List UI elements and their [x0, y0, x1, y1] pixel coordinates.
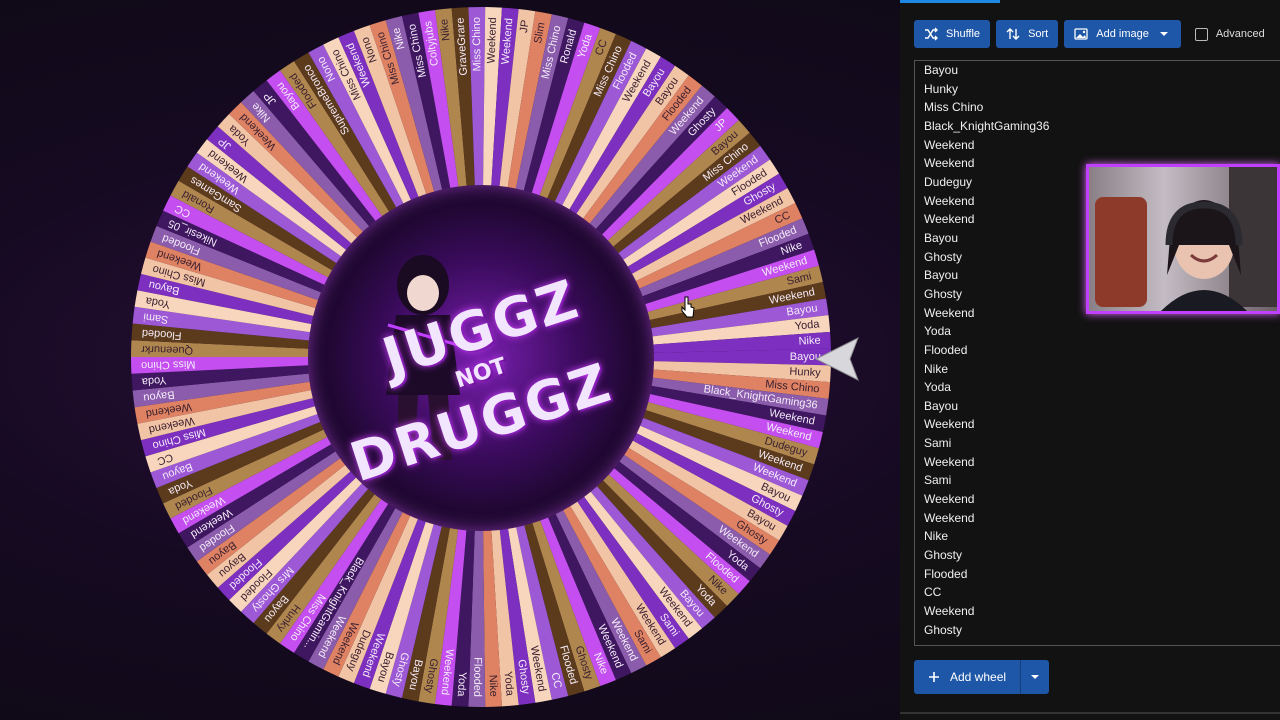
- add-wheel-button[interactable]: Add wheel: [914, 660, 1021, 694]
- panel-divider: [900, 712, 1280, 714]
- webcam-chair: [1095, 197, 1147, 307]
- wheel-area: Bayou Hunky Miss Chino Black_KnightGaming36…: [0, 0, 900, 720]
- streamer-figure: [1161, 200, 1247, 311]
- entry-line: Bayou: [924, 398, 959, 413]
- entry-line: Weekend: [924, 305, 975, 320]
- entry-line: Nike: [924, 361, 949, 376]
- entry-line: Weekend: [924, 604, 975, 619]
- entry-line: Weekend: [924, 193, 975, 208]
- entry-line: Dudeguy: [924, 174, 973, 189]
- entry-line: Bayou: [924, 63, 959, 77]
- entry-line: Sami: [924, 473, 952, 488]
- entry-line: Yoda: [924, 380, 951, 395]
- wheel-segment-label: Nike: [438, 18, 452, 41]
- add-wheel-dropdown-button[interactable]: [1020, 660, 1050, 694]
- entry-line: Weekend: [924, 156, 975, 171]
- wheel-segment-label: Yoda: [455, 671, 469, 697]
- entry-line: Weekend: [924, 492, 975, 507]
- wheel-segment-label: Yoda: [794, 318, 821, 332]
- wheel-segment-label: Miss Chino: [471, 17, 484, 72]
- shuffle-button[interactable]: Shuffle: [914, 20, 991, 48]
- entry-line: Weekend: [924, 510, 975, 525]
- entries-textarea[interactable]: Bayou Hunky Miss Chino Black_KnightGaming36…: [914, 60, 1280, 646]
- entry-line: Weekend: [924, 212, 975, 227]
- wheel-segment-label: Yoda: [141, 374, 167, 388]
- entry-line: Weekend: [924, 454, 975, 469]
- wheel-segment-label: Queenurkr: [141, 343, 194, 356]
- add-wheel-control: Add wheel: [914, 660, 1050, 694]
- shuffle-label: Shuffle: [946, 28, 981, 40]
- plus-icon: [929, 672, 939, 682]
- wheel-segment-label: JP: [518, 19, 532, 33]
- entry-line: Ghosty: [924, 286, 963, 301]
- chevron-down-icon: [1031, 675, 1040, 679]
- add-image-label: Add image: [1096, 28, 1149, 40]
- panel-top-bar: [900, 0, 1280, 6]
- wheel-pointer-icon: [814, 336, 859, 382]
- webcam-overlay: [1086, 164, 1280, 314]
- wheel-segment-label: Weekend: [485, 17, 499, 64]
- advanced-label: Advanced: [1215, 28, 1265, 40]
- entry-line: Nike: [924, 529, 949, 544]
- entry-line: Flooded: [924, 566, 968, 581]
- entry-line: Ghosty: [924, 622, 963, 637]
- wheel-segment-label: Flooded: [471, 657, 483, 697]
- sort-icon: [1006, 28, 1020, 40]
- add-wheel-label: Add wheel: [950, 670, 1007, 684]
- entries-toolbar: Shuffle Sort Add image Advanced: [914, 20, 1265, 48]
- chevron-down-icon: [1159, 32, 1168, 36]
- entry-line: Miss Chino: [924, 100, 984, 115]
- entry-line: Hunky: [924, 81, 959, 96]
- entry-line: Flooded: [924, 342, 968, 357]
- entry-line: Yoda: [924, 324, 951, 339]
- entry-line: Black_KnightGaming36: [924, 118, 1050, 133]
- entry-line: Bayou: [924, 268, 959, 283]
- wheel-segment-label: Yoda: [502, 671, 516, 697]
- entry-line: CC: [924, 585, 942, 600]
- entry-line: Ghosty: [924, 249, 963, 264]
- entry-line: Weekend: [924, 137, 975, 152]
- wheel-segment-label: Nike: [487, 675, 500, 697]
- shuffle-icon: [925, 27, 938, 41]
- entry-line: Sami: [924, 436, 952, 451]
- wheel-center-logo[interactable]: JUGGZ NOT DRUGGZ: [308, 185, 654, 531]
- add-image-button[interactable]: Add image: [1064, 20, 1181, 48]
- advanced-toggle[interactable]: Advanced: [1194, 27, 1265, 41]
- advanced-checkbox[interactable]: [1194, 27, 1208, 41]
- image-icon: [1074, 28, 1088, 40]
- entries-list: Bayou Hunky Miss Chino Black_KnightGaming36…: [924, 61, 1049, 639]
- wheel-segment-label: Miss Chino: [141, 358, 196, 371]
- entries-panel: Shuffle Sort Add image Advanced Bayou Hun…: [900, 0, 1280, 720]
- sort-button[interactable]: Sort: [996, 20, 1059, 48]
- sort-label: Sort: [1028, 28, 1049, 40]
- entry-line: Ghosty: [924, 548, 963, 563]
- entry-line: Bayou: [924, 230, 959, 245]
- entry-line: Weekend: [924, 417, 975, 432]
- mouse-cursor-icon: [681, 296, 695, 318]
- active-tab-indicator: [900, 0, 1000, 3]
